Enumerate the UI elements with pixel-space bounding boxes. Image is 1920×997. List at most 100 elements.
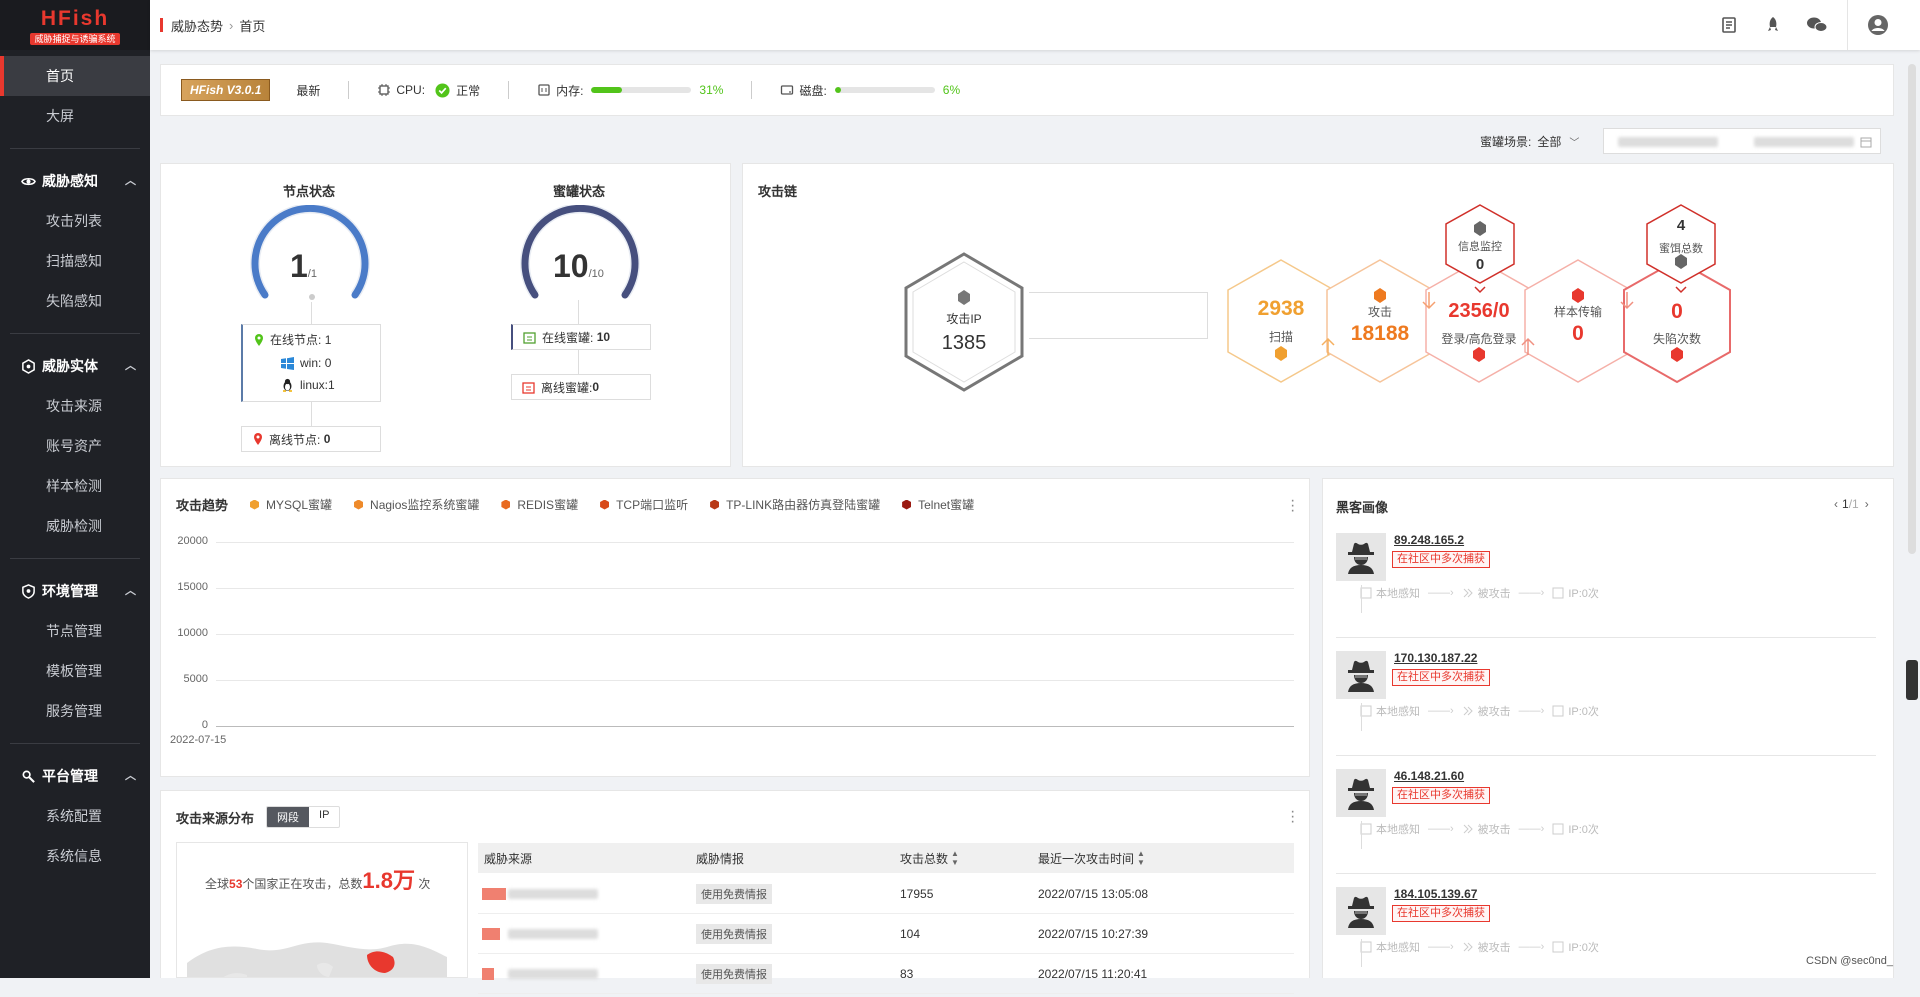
hacker-icon <box>1348 896 1374 928</box>
legend-item[interactable]: MYSQL蜜罐 <box>250 496 332 513</box>
divider <box>10 333 140 334</box>
tab-ip[interactable]: IP <box>309 807 339 827</box>
wechat-icon[interactable] <box>1795 10 1839 40</box>
sidebar-group-environment[interactable]: 环境管理 ︿ <box>0 571 150 611</box>
sidebar-item-system-info[interactable]: 系统信息 <box>0 836 150 876</box>
legend-item[interactable]: Telnet蜜罐 <box>902 496 974 513</box>
intel-tag[interactable]: 使用免费情报 <box>696 963 772 984</box>
sidebar-item-sample-detection[interactable]: 样本检测 <box>0 466 150 506</box>
arrow-right-icon: ——› <box>1518 941 1545 953</box>
sidebar-item-service-management[interactable]: 服务管理 <box>0 691 150 731</box>
rocket-icon[interactable] <box>1751 10 1795 40</box>
column-header-intel: 威胁情报 <box>696 851 745 866</box>
legend-item[interactable]: TP-LINK路由器仿真登陆蜜罐 <box>710 496 880 513</box>
sidebar-item-attack-source[interactable]: 攻击来源 <box>0 386 150 426</box>
logo[interactable]: HFish 威胁捕捉与诱骗系统 <box>0 0 150 50</box>
node-win-value: 0 <box>324 356 332 370</box>
sidebar-item-attack-list[interactable]: 攻击列表 <box>0 201 150 241</box>
sidebar-group-label: 威胁实体 <box>42 358 98 374</box>
table-row[interactable]: 使用免费情报 104 2022/07/15 10:27:39 <box>478 914 1294 954</box>
attack-icon <box>1463 588 1473 598</box>
intel-tag[interactable]: 使用免费情报 <box>696 883 772 904</box>
redacted-text <box>508 889 598 899</box>
more-options-icon[interactable]: · · · <box>1290 804 1295 830</box>
divider <box>10 558 140 559</box>
hacker-item[interactable]: 184.105.139.67 在社区中多次捕获 本地感知 ——› 被攻击 ——› IP:0次 <box>1336 887 1876 997</box>
chevron-left-icon[interactable]: ‹ <box>1834 497 1838 511</box>
user-avatar-icon[interactable] <box>1856 10 1900 40</box>
hacker-page: 1 <box>1842 497 1849 511</box>
hacker-ip[interactable]: 170.130.187.22 <box>1394 651 1477 665</box>
hacker-ip[interactable]: 184.105.139.67 <box>1394 887 1477 901</box>
scene-select[interactable]: 全部 ﹀ <box>1537 133 1579 150</box>
hacker-item[interactable]: 46.148.21.60 在社区中多次捕获 本地感知 ——› 被攻击 ——› IP:0次 <box>1336 769 1876 879</box>
sidebar-group-platform[interactable]: 平台管理 ︿ <box>0 756 150 796</box>
y-tick-label: 5000 <box>183 673 208 685</box>
hacker-avatar <box>1336 769 1386 817</box>
attack-trend-legend: MYSQL蜜罐 Nagios监控系统蜜罐 REDIS蜜罐 TCP端口监听 TP-LINK… <box>228 496 974 513</box>
node-online-row: 在线节点: 1 <box>253 331 380 348</box>
sidebar-item-template-management[interactable]: 模板管理 <box>0 651 150 691</box>
table-row[interactable]: 使用免费情报 17955 2022/07/15 13:05:08 <box>478 874 1294 914</box>
sidebar-item-home[interactable]: 首页 <box>0 56 150 96</box>
legend-item[interactable]: TCP端口监听 <box>600 496 688 513</box>
table-row[interactable]: 使用免费情报 83 2022/07/15 11:20:41 <box>478 954 1294 994</box>
scrollbar[interactable] <box>1908 64 1916 554</box>
node-online-box: 在线节点: 1 win: 0 linux: 1 <box>241 324 381 402</box>
calendar-icon <box>1860 137 1872 148</box>
legend-item[interactable]: REDIS蜜罐 <box>501 496 578 513</box>
hacker-ip[interactable]: 89.248.165.2 <box>1394 533 1464 547</box>
attack-ip-value[interactable]: 1385 <box>904 332 1024 355</box>
hacker-item[interactable]: 89.248.165.2 在社区中多次捕获 本地感知 ——› 被攻击 ——› IP:0次 <box>1336 533 1876 643</box>
sidebar-item-node-management[interactable]: 节点管理 <box>0 611 150 651</box>
docs-book-icon[interactable] <box>1707 10 1751 40</box>
scene-filter-label: 蜜罐场景: <box>1480 134 1532 149</box>
sidebar-item-threat-detection[interactable]: 威胁检测 <box>0 506 150 546</box>
tab-segment[interactable]: 网段 <box>267 807 310 827</box>
chain-vline <box>1361 585 1362 613</box>
chain-vline <box>1361 703 1362 731</box>
arrow-right-icon: ——› <box>1518 705 1545 717</box>
divider <box>10 743 140 744</box>
connector-line <box>578 300 579 324</box>
chain-vline <box>1361 821 1362 849</box>
sidebar-item-system-config[interactable]: 系统配置 <box>0 796 150 836</box>
column-header-count[interactable]: 攻击总数 ▲ ▼ <box>900 849 959 867</box>
sidebar-group-threat-perception[interactable]: 威胁感知 ︿ <box>0 161 150 201</box>
source-bar <box>482 928 500 940</box>
node-count: 1/1 <box>290 248 317 285</box>
column-header-time[interactable]: 最近一次攻击时间 ▲ ▼ <box>1038 849 1145 867</box>
sidebar-item-fallen-perception[interactable]: 失陷感知 <box>0 281 150 321</box>
memory-progress <box>591 87 692 93</box>
hacker-ip[interactable]: 46.148.21.60 <box>1394 769 1464 783</box>
legend-item[interactable]: Nagios监控系统蜜罐 <box>354 496 479 513</box>
sidebar-item-bigscreen[interactable]: 大屏 <box>0 96 150 136</box>
node-win-label: win: <box>300 356 322 370</box>
hacker-pagination: ‹ 1/1 › <box>1834 497 1869 511</box>
chain-step-ip: IP:0次 <box>1552 703 1599 719</box>
info-monitor-value[interactable]: 0 <box>1420 256 1540 273</box>
honeypot-count-total: /10 <box>588 268 604 280</box>
shield-icon <box>20 583 36 599</box>
source-bar <box>482 888 506 900</box>
more-options-icon[interactable]: · · · <box>1290 493 1295 519</box>
sidebar-item-account-assets[interactable]: 账号资产 <box>0 426 150 466</box>
breadcrumb: 威胁态势 › 首页 <box>160 16 265 35</box>
intel-tag[interactable]: 使用免费情报 <box>696 923 772 944</box>
divider <box>751 81 753 99</box>
last-attack-time: 2022/07/15 11:20:41 <box>1038 966 1148 981</box>
bait-value[interactable]: 4 <box>1621 217 1741 234</box>
sidebar-group-threat-entity[interactable]: 威胁实体 ︿ <box>0 346 150 386</box>
y-tick-label: 15000 <box>177 581 208 593</box>
cpu-label: CPU: <box>396 83 426 97</box>
side-float-button[interactable] <box>1906 660 1918 700</box>
chain-step-attacked: 被攻击 <box>1462 703 1511 719</box>
fallen-value[interactable]: 0 <box>1617 300 1737 324</box>
date-range-picker[interactable] <box>1603 128 1882 154</box>
windows-icon <box>281 356 294 370</box>
memory-progress-fill <box>591 87 623 93</box>
sidebar-item-scan-perception[interactable]: 扫描感知 <box>0 241 150 281</box>
hacker-item[interactable]: 170.130.187.22 在社区中多次捕获 本地感知 ——› 被攻击 ——› IP:0次 <box>1336 651 1876 761</box>
chevron-right-icon[interactable]: › <box>1865 497 1869 511</box>
breadcrumb-root[interactable]: 威胁态势 <box>171 16 223 35</box>
